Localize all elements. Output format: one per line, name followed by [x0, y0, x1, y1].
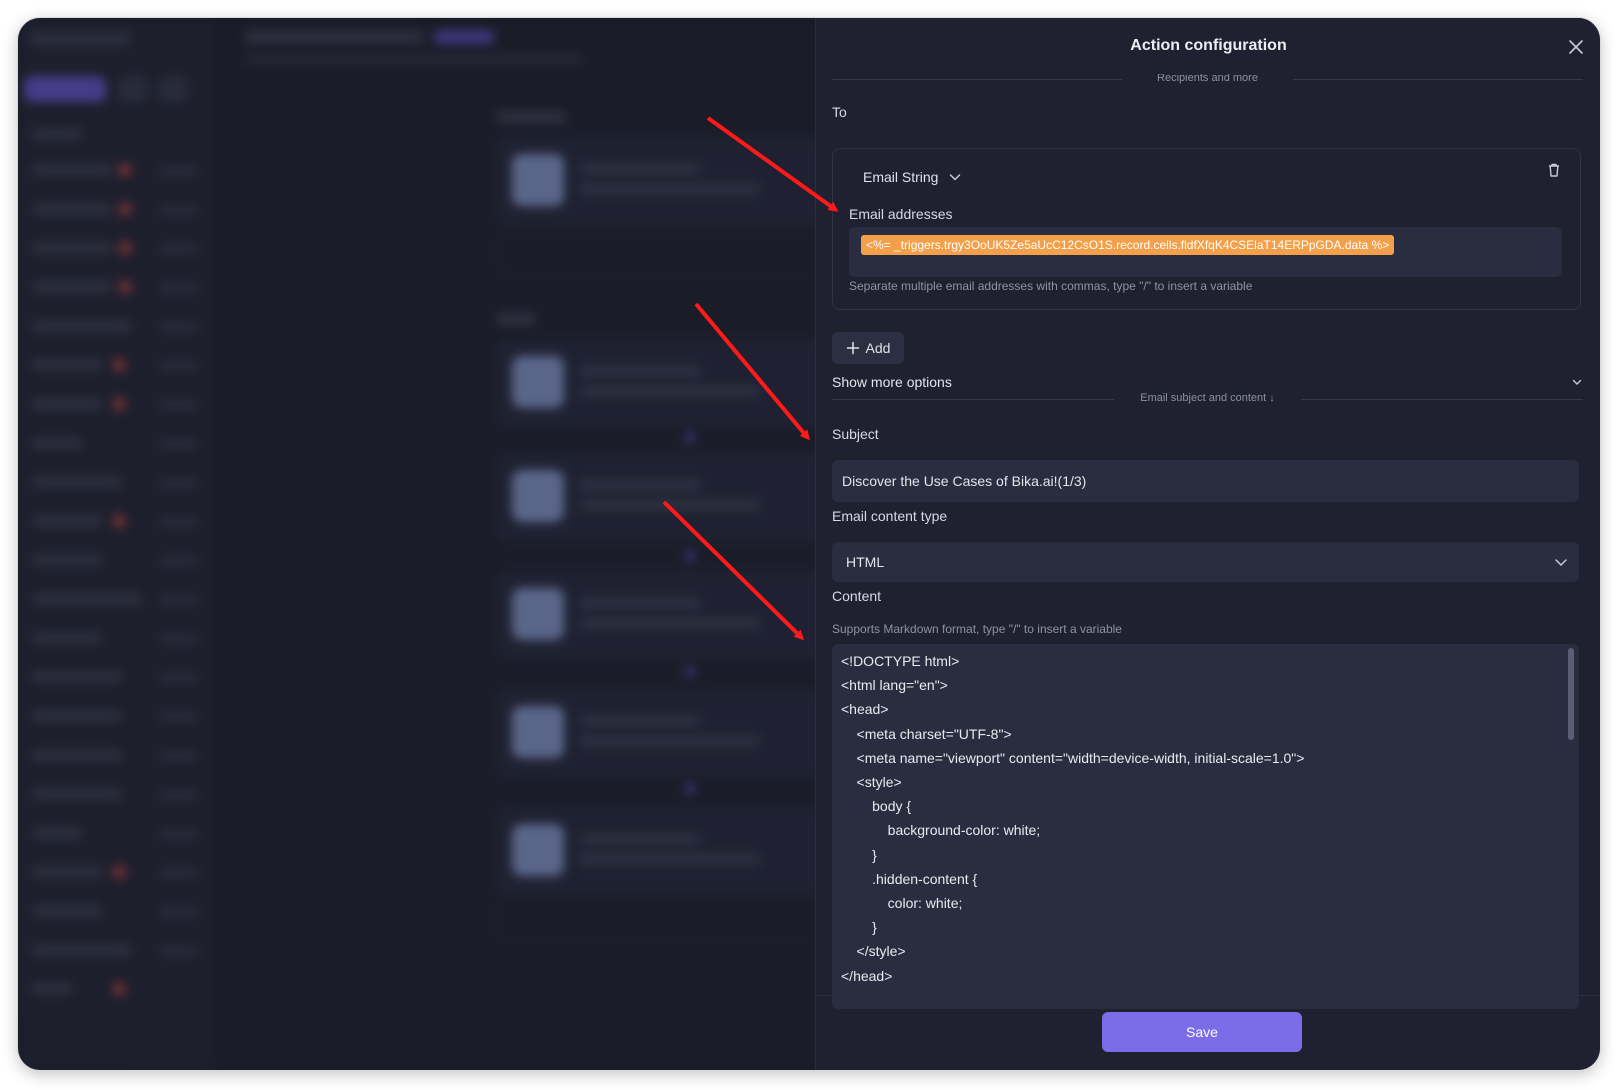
- background-sidebar: [18, 18, 214, 1070]
- content-type-select[interactable]: HTML: [832, 542, 1579, 582]
- save-button[interactable]: Save: [1102, 1012, 1302, 1052]
- subject-input[interactable]: Discover the Use Cases of Bika.ai!(1/3): [832, 460, 1579, 502]
- code-line: </head>: [841, 967, 893, 984]
- content-code-editor[interactable]: <!DOCTYPE html> <html lang="en"> <head> <m…: [832, 644, 1579, 1009]
- content-hint: Supports Markdown format, type "/" to in…: [832, 622, 1122, 636]
- chevron-down-icon: [1572, 379, 1582, 385]
- recipient-type-select[interactable]: Email String: [863, 169, 962, 185]
- drawer-footer: Save: [816, 995, 1600, 1070]
- chevron-down-icon: [950, 174, 961, 181]
- code-line: .hidden-content {: [841, 870, 978, 887]
- code-line: background-color: white;: [841, 822, 1041, 839]
- show-more-options-label: Show more options: [832, 374, 952, 390]
- content-type-value: HTML: [846, 554, 885, 570]
- to-label: To: [832, 104, 847, 120]
- code-line: </style>: [841, 943, 906, 960]
- email-addresses-label: Email addresses: [849, 206, 953, 222]
- code-line: <style>: [841, 774, 902, 790]
- code-line: <meta name="viewport" content="width=dev…: [841, 749, 1305, 766]
- code-line: <html lang="en">: [841, 677, 948, 694]
- close-button[interactable]: [1567, 38, 1585, 56]
- code-line: }: [841, 846, 877, 863]
- background-main: [214, 18, 828, 1070]
- email-variable-chip[interactable]: <%= _triggers.trgy3OoUK5Ze5aUcC12CsO1S.r…: [861, 235, 1395, 255]
- subject-label: Subject: [832, 426, 879, 442]
- app-window: Action configuration Recipients and more…: [18, 18, 1600, 1070]
- drawer-title: Action configuration: [1130, 37, 1287, 54]
- plus-icon: [846, 341, 859, 355]
- code-line: }: [841, 919, 877, 936]
- code-line: <!DOCTYPE html>: [841, 653, 960, 669]
- content-type-label: Email content type: [832, 508, 948, 524]
- code-line: <meta charset="UTF-8">: [841, 725, 1012, 742]
- chevron-down-icon: [1555, 559, 1567, 567]
- email-content-section-label: Email subject and content ↓: [1140, 392, 1275, 404]
- email-addresses-input[interactable]: <%= _triggers.trgy3OoUK5Ze5aUcC12CsO1S.r…: [849, 227, 1562, 277]
- recipient-group: Email String Email addresses <%= _trigge…: [832, 148, 1581, 310]
- close-icon: [1569, 40, 1583, 54]
- recipient-type-value: Email String: [863, 169, 939, 185]
- recipients-divider: Recipients and more: [832, 74, 1583, 86]
- editor-scrollbar[interactable]: [1568, 648, 1574, 740]
- code-line: <head>: [841, 701, 889, 718]
- blurred-background-app: [18, 18, 828, 1070]
- add-button-label: Add: [865, 340, 891, 356]
- trash-icon[interactable]: [1546, 162, 1562, 178]
- code-line: color: white;: [841, 895, 963, 911]
- action-configuration-drawer: Action configuration Recipients and more…: [815, 18, 1600, 1070]
- drawer-scroll-area[interactable]: Recipients and more To Email String Emai…: [816, 74, 1600, 1009]
- code-line: body {: [841, 798, 912, 815]
- content-label: Content: [832, 588, 882, 604]
- email-content-divider: Email subject and content ↓: [832, 392, 1583, 406]
- email-hint: Separate multiple email addresses with c…: [849, 279, 1253, 293]
- add-recipient-button[interactable]: Add: [832, 332, 904, 364]
